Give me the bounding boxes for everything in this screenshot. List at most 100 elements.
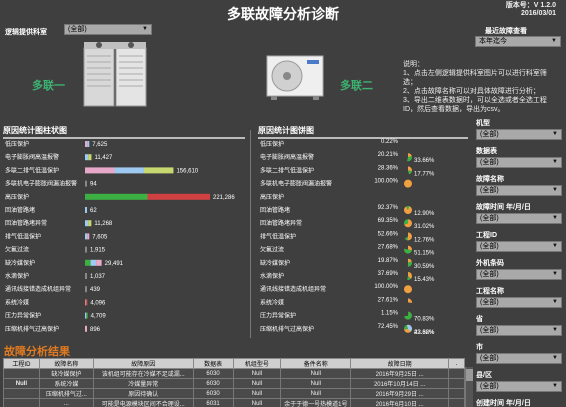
column-header[interactable]: 数据表 xyxy=(192,358,234,369)
bar-category-label[interactable]: 回油管路堵 xyxy=(5,206,35,214)
pie-category-label[interactable]: 系统冷媒 xyxy=(260,298,284,306)
bar-mark[interactable] xyxy=(143,167,174,174)
pie-percent-label: 100.00% xyxy=(374,284,398,290)
pie-slice[interactable] xyxy=(403,285,412,294)
filter-dropdown[interactable]: (全部) ▼ xyxy=(476,353,562,364)
column-header[interactable]: 备件名称 xyxy=(280,358,352,369)
pie-category-label[interactable]: 排气低温保护 xyxy=(260,232,296,240)
unit-two-label[interactable]: 多联二 xyxy=(340,77,373,93)
bar-mark[interactable] xyxy=(85,325,87,332)
bar-mark[interactable] xyxy=(85,273,87,279)
bar-mark[interactable] xyxy=(85,312,87,319)
bar-mark[interactable] xyxy=(85,286,87,293)
bar-mark[interactable] xyxy=(85,220,89,227)
bar-category-label[interactable]: 多联二排气低温保护 xyxy=(5,166,59,174)
filter-dropdown[interactable]: (全部) ▼ xyxy=(476,185,562,196)
table-row[interactable]: 缺冷媒保护 该机组可能存在冷媒不足或漏... 6030 Null Null 20… xyxy=(3,368,465,379)
column-header[interactable]: 故障名称 xyxy=(38,358,94,369)
unit-one-image[interactable] xyxy=(80,40,152,110)
bar-mark[interactable] xyxy=(147,193,211,200)
bar-category-label[interactable]: 通讯线接错造成机组异常 xyxy=(5,285,71,293)
pie-category-label[interactable]: 缺冷媒保护 xyxy=(260,259,290,267)
bar-category-label[interactable]: 系统冷媒 xyxy=(5,298,29,306)
pie-category-label[interactable]: 水滴保护 xyxy=(260,272,284,280)
bar-category-label[interactable]: 高压保护 xyxy=(5,193,29,201)
filter-dropdown[interactable]: (全部) ▼ xyxy=(476,297,562,308)
table-row[interactable]: Null 系统冷媒 冷媒量异常 6030 Null Null 2016年10月1… xyxy=(3,378,465,389)
latest-fault-dropdown[interactable]: 本年迄今 ▼ xyxy=(475,36,561,47)
bar-category-label[interactable]: 回油管路堵异常 xyxy=(5,219,47,227)
bar-mark[interactable] xyxy=(86,312,88,319)
table-row[interactable]: 压缩机排气过... 原因待确认 6030 Null Null 2016年9月29… xyxy=(3,388,465,399)
pie-category-label[interactable]: 回油管路堵异常 xyxy=(260,219,302,227)
bar-mark[interactable] xyxy=(86,299,88,306)
pie-slice[interactable] xyxy=(408,166,412,172)
bar-mark[interactable] xyxy=(85,233,88,240)
pie-slice[interactable] xyxy=(408,245,412,251)
bar-mark[interactable] xyxy=(85,193,148,200)
column-header[interactable]: 工程ID xyxy=(3,358,40,369)
filter-dropdown[interactable]: (全部) ▼ xyxy=(476,213,562,224)
bar-mark[interactable] xyxy=(87,233,90,240)
pie-category-label[interactable]: 高压保护 xyxy=(260,193,284,201)
column-header[interactable]: . xyxy=(448,358,465,369)
bar-category-label[interactable]: 电子膨胀阀高温报警 xyxy=(5,153,59,161)
bar-mark[interactable] xyxy=(96,259,102,266)
results-scrollbar[interactable] xyxy=(465,367,473,407)
bar-mark[interactable] xyxy=(85,167,115,174)
bar-mark[interactable] xyxy=(85,141,88,147)
pie-category-label[interactable]: 回油管路堵 xyxy=(260,206,290,214)
pie-slice[interactable] xyxy=(407,156,412,162)
filter-dropdown[interactable]: (全部) ▼ xyxy=(476,157,562,168)
pie-category-label[interactable]: 多联二排气低温保护 xyxy=(260,166,314,174)
bar-value-label: 896 xyxy=(90,327,101,333)
filter-dropdown[interactable]: (全部) ▼ xyxy=(476,325,562,336)
bar-mark[interactable] xyxy=(85,207,87,213)
pie-category-label[interactable]: 多联机电子膨胀阀漏油报警 xyxy=(260,180,332,188)
scrollbar-thumb[interactable] xyxy=(466,369,473,381)
bar-mark[interactable] xyxy=(85,299,87,306)
bar-mark[interactable] xyxy=(88,154,92,161)
table-row[interactable]: ... 可能是电源模块区间不合理设... 6031 Null 余于于德一号热模道… xyxy=(3,398,465,407)
pie-category-label[interactable]: 压力异常保护 xyxy=(260,312,296,320)
pie-slice[interactable] xyxy=(404,179,413,188)
bar-category-label[interactable]: 排气低温保护 xyxy=(5,232,41,240)
bar-mark[interactable] xyxy=(88,220,92,227)
column-header[interactable]: 机组型号 xyxy=(232,358,282,369)
pie-category-label[interactable]: 电子膨胀阀高温报警 xyxy=(260,153,314,161)
dept-filter-dropdown[interactable]: (全部) ▼ xyxy=(64,24,152,35)
pie-category-label[interactable]: 低压保护 xyxy=(260,140,284,148)
bar-category-label[interactable]: 压力异常保护 xyxy=(5,312,41,320)
pie-category-label[interactable]: 通讯线接错造成机组异常 xyxy=(260,285,326,293)
bar-category-label[interactable]: 多联机电子膨胀阀漏油报警 xyxy=(5,180,77,188)
pie-category-label[interactable]: 压缩机排气过高保护 xyxy=(260,325,314,333)
bar-category-label[interactable]: 压缩机排气过高保护 xyxy=(5,325,59,333)
filter-dropdown[interactable]: (全部) ▼ xyxy=(476,381,562,392)
bar-mark[interactable] xyxy=(85,246,87,253)
column-header[interactable]: 故障原因 xyxy=(92,358,194,369)
table-cell: ... xyxy=(38,398,94,407)
pie-slice[interactable] xyxy=(408,298,412,304)
bar-category-label[interactable]: 欠氟过流 xyxy=(5,246,29,254)
bar-mark[interactable] xyxy=(85,180,87,187)
table-cell: 2016年10月14日 ... xyxy=(350,378,449,389)
bar-mark[interactable] xyxy=(90,259,97,266)
bar-category-label[interactable]: 缺冷媒保护 xyxy=(5,259,35,267)
filter-dropdown[interactable]: (全部) ▼ xyxy=(476,129,562,140)
bar-category-label[interactable]: 水滴保护 xyxy=(5,272,29,280)
unit-one-label[interactable]: 多联一 xyxy=(32,77,65,93)
pie-slice[interactable] xyxy=(407,232,413,241)
bar-mark[interactable] xyxy=(114,167,144,174)
filter-dropdown[interactable]: (全部) ▼ xyxy=(476,269,562,280)
results-table-wrap[interactable]: 工程ID 故障名称 故障原因 数据表 机组型号 备件名称 故障日期 . 缺冷媒保… xyxy=(3,358,473,407)
bar-mark[interactable] xyxy=(87,141,90,147)
bar-mark[interactable] xyxy=(85,154,89,161)
filter-dropdown[interactable]: (全部) ▼ xyxy=(476,241,562,252)
bar-mark[interactable] xyxy=(85,259,91,266)
column-header[interactable]: 故障日期 xyxy=(350,358,449,369)
table-cell: Null xyxy=(232,378,282,389)
unit-two-image[interactable] xyxy=(265,52,325,102)
pie-category-label[interactable]: 欠氟过流 xyxy=(260,246,284,254)
bar-category-label[interactable]: 低压保护 xyxy=(5,140,29,148)
pie-percent-label: 19.87% xyxy=(378,258,399,264)
